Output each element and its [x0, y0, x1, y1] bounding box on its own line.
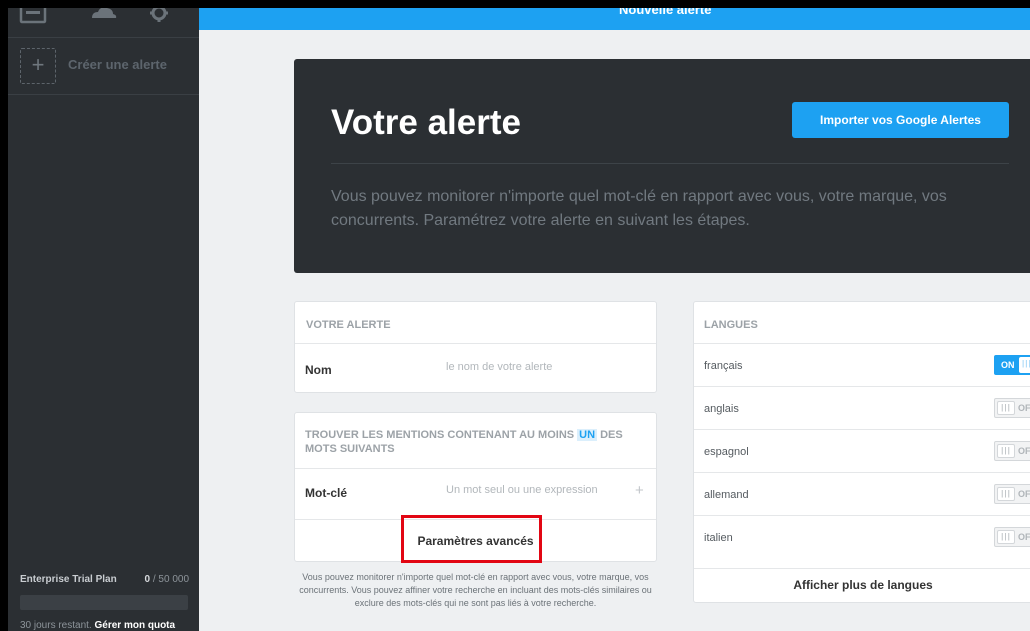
hero-description: Vous pouvez monitorer n'importe quel mot…: [331, 188, 947, 229]
sidebar-top-icons: [8, 8, 199, 38]
alert-name-card: VOTRE ALERTE Nom le nom de votre alerte: [294, 301, 657, 393]
import-google-alerts-button[interactable]: Importer vos Google Alertes: [792, 102, 1009, 138]
show-more-languages-button[interactable]: Afficher plus de langues: [694, 568, 1030, 604]
help-note: Vous pouvez monitorer n'importe quel mot…: [299, 572, 652, 608]
keyword-label: Mot-clé: [305, 486, 347, 500]
divider: [295, 343, 656, 344]
keyword-input[interactable]: Un mot seul ou une expression: [446, 484, 598, 496]
plan-name: Enterprise Trial Plan: [20, 574, 117, 585]
inbox-icon[interactable]: [16, 8, 50, 26]
languages-header: LANGUES: [704, 319, 758, 331]
hero-divider: [331, 163, 1009, 164]
language-name: anglais: [704, 403, 739, 415]
plan-quota: 0 / 50 000: [144, 574, 189, 585]
language-toggle[interactable]: |||OFF: [994, 441, 1030, 461]
annotation-highlight-box: [401, 515, 542, 563]
add-keyword-icon[interactable]: +: [635, 482, 644, 499]
app-frame: + Créer une alerte Enterprise Trial Plan…: [8, 8, 1030, 631]
language-row: italien |||OFF: [694, 515, 1030, 558]
create-alert-label: Créer une alerte: [68, 57, 167, 72]
language-name: français: [704, 360, 743, 372]
language-row: espagnol |||OFF: [694, 429, 1030, 472]
language-toggle[interactable]: |||OFF: [994, 398, 1030, 418]
language-name: espagnol: [704, 446, 749, 458]
alert-card-header: VOTRE ALERTE: [306, 319, 391, 331]
name-input[interactable]: le nom de votre alerte: [446, 361, 552, 373]
plus-icon: +: [20, 48, 56, 84]
language-row: anglais |||OFF: [694, 386, 1030, 429]
language-toggle[interactable]: |||OFF: [994, 527, 1030, 547]
gear-icon[interactable]: [142, 8, 176, 26]
hero-panel: Votre alerte Importer vos Google Alertes…: [294, 59, 1030, 273]
language-name: italien: [704, 532, 733, 544]
language-row: français ON|||: [694, 343, 1030, 386]
plan-days: 30 jours restant. Gérer mon quota: [20, 620, 176, 631]
language-name: allemand: [704, 489, 749, 501]
sidebar: + Créer une alerte Enterprise Trial Plan…: [8, 8, 199, 631]
language-toggle[interactable]: ON|||: [994, 355, 1030, 375]
cloud-icon[interactable]: [86, 8, 120, 26]
hero-title: Votre alerte: [331, 103, 521, 142]
show-more-languages-label: Afficher plus de langues: [793, 578, 933, 592]
manage-quota-link[interactable]: Gérer mon quota: [95, 620, 176, 631]
quota-progress-bar: [20, 595, 188, 610]
page-title: Nouvelle alerte: [619, 8, 712, 17]
language-toggle[interactable]: |||OFF: [994, 484, 1030, 504]
create-alert-button[interactable]: + Créer une alerte: [8, 38, 199, 95]
language-row: allemand |||OFF: [694, 472, 1030, 515]
name-label: Nom: [305, 363, 332, 377]
mentions-card-header: TROUVER LES MENTIONS CONTENANT AU MOINS …: [305, 429, 623, 455]
divider: [295, 468, 656, 469]
languages-card: LANGUES français ON||| anglais |||OFF es…: [693, 301, 1030, 603]
top-bar: Nouvelle alerte: [199, 8, 1030, 30]
